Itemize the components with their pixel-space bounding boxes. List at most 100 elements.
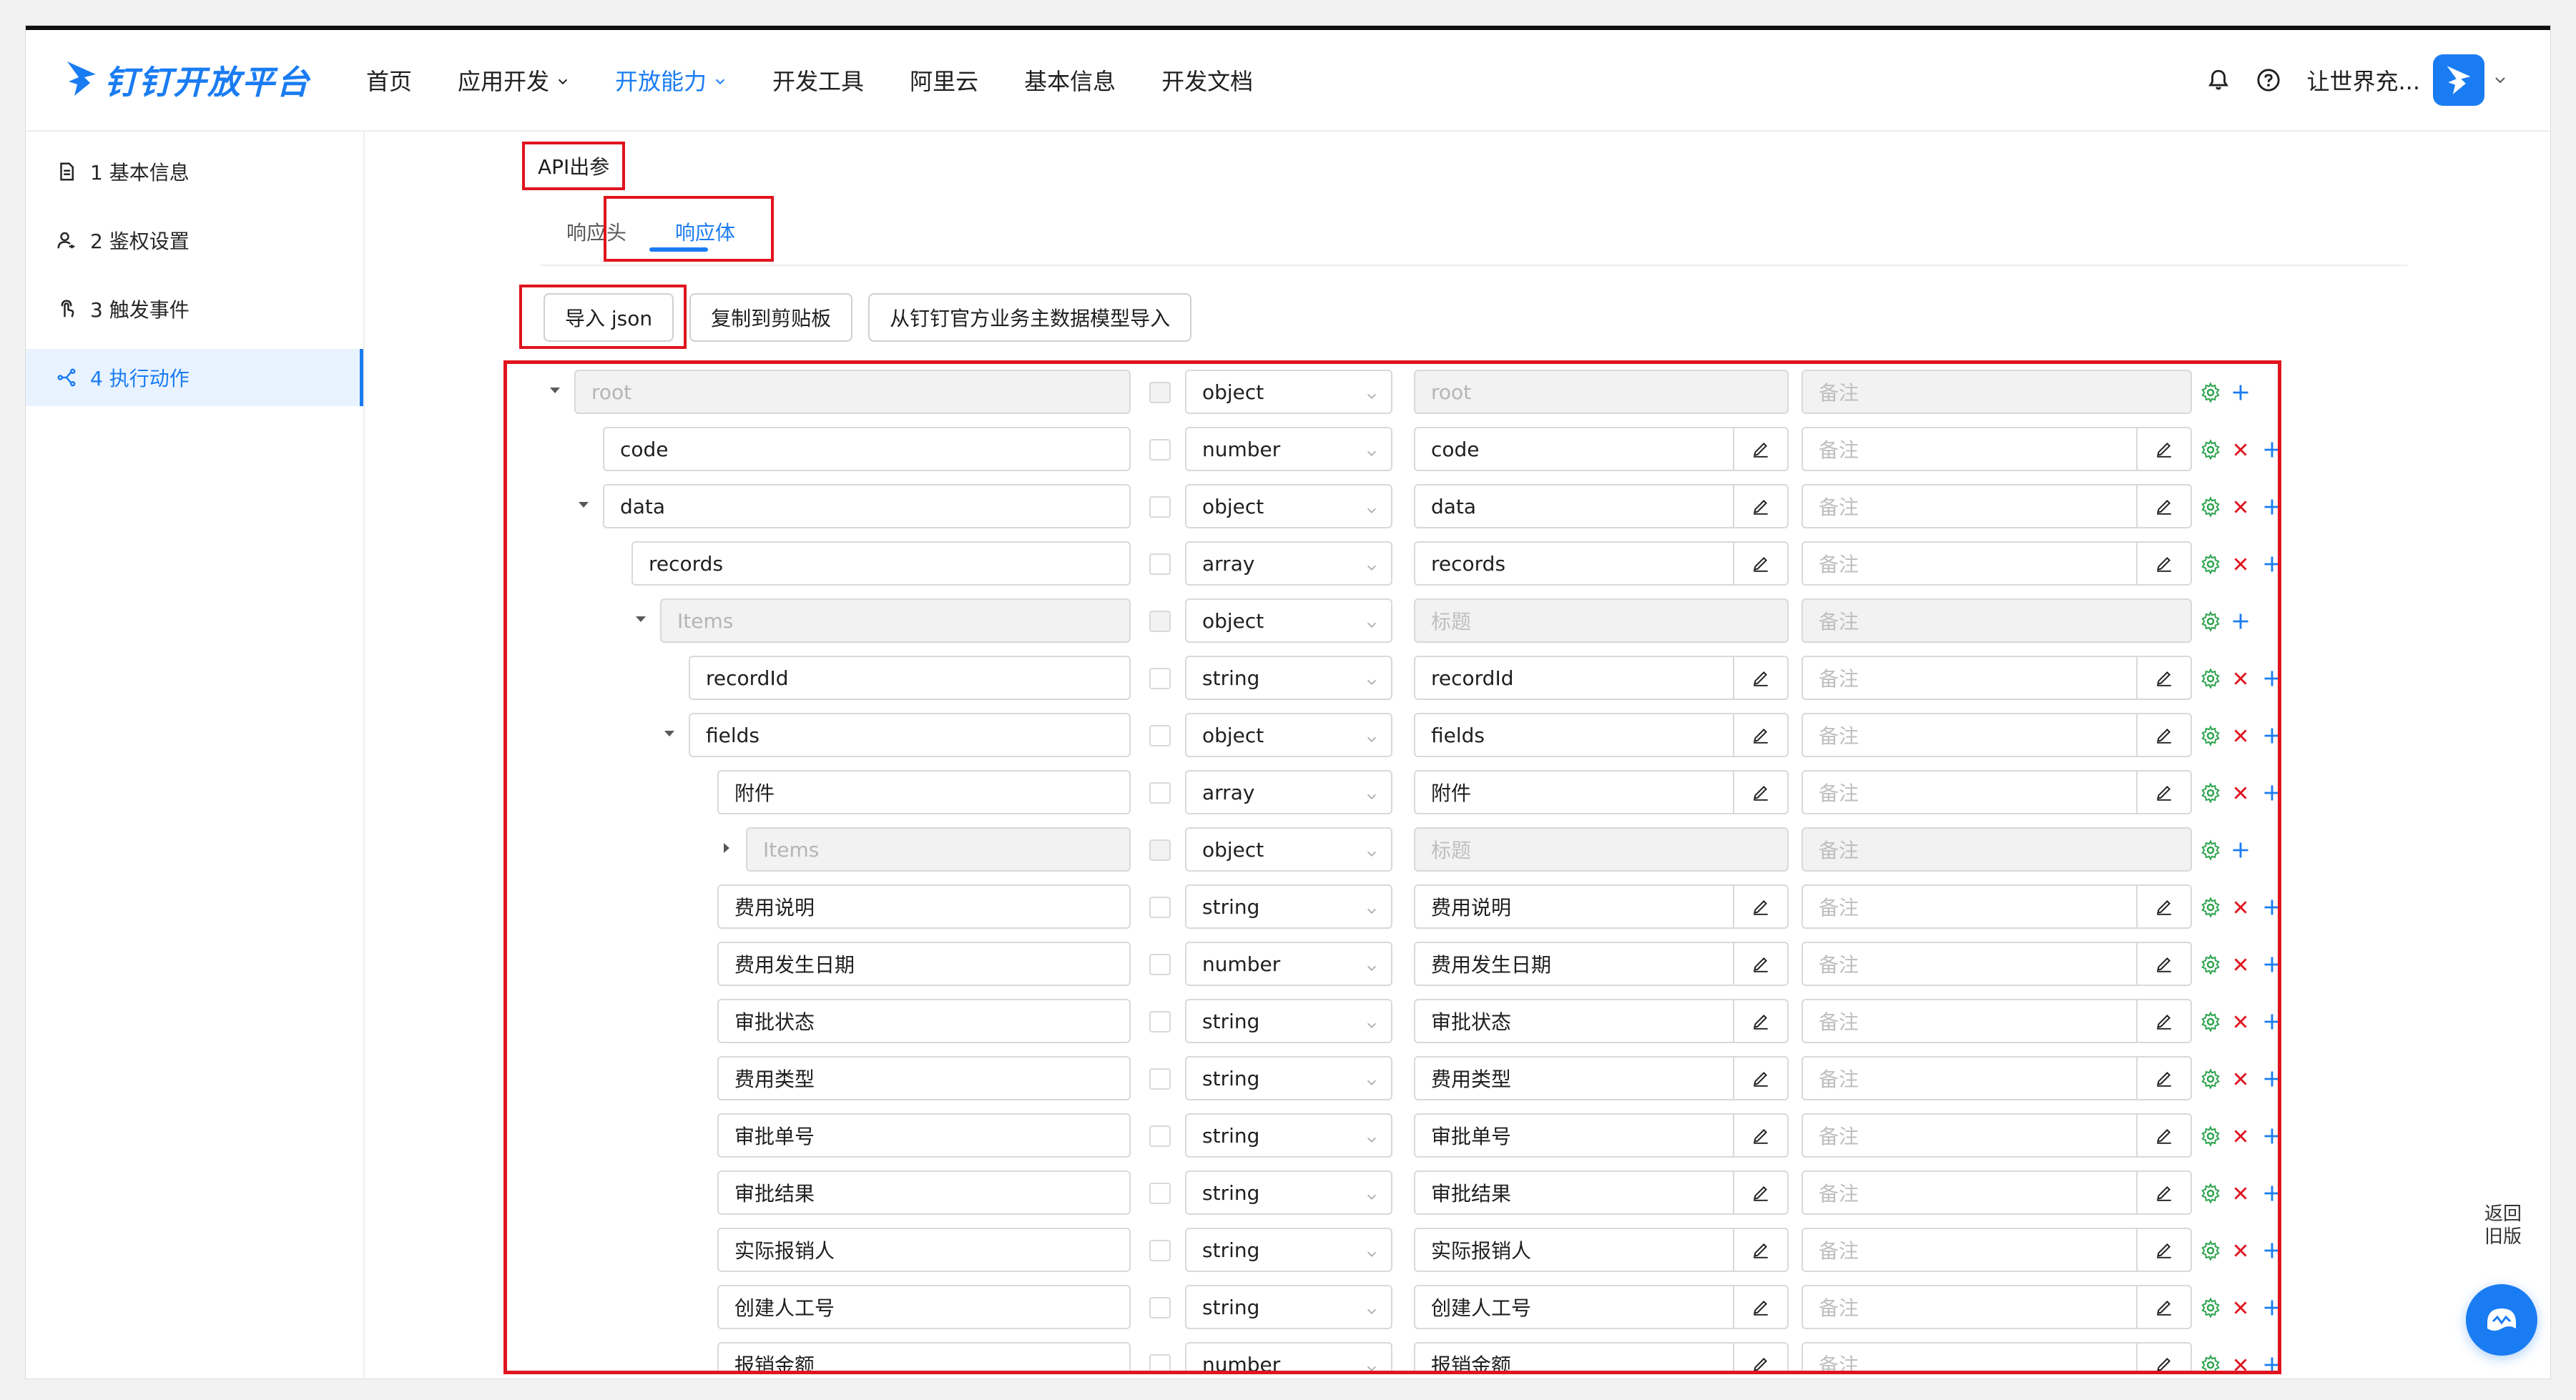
title-input[interactable]: 审批状态 <box>1414 999 1789 1043</box>
remark-input[interactable]: 备注 <box>1801 999 2192 1043</box>
settings-icon[interactable] <box>2199 1010 2222 1033</box>
avatar[interactable] <box>2433 54 2484 106</box>
edit-icon[interactable] <box>2136 543 2191 584</box>
edit-icon[interactable] <box>2136 886 2191 927</box>
settings-icon[interactable] <box>2199 496 2222 518</box>
remark-input[interactable]: 备注 <box>1801 827 2192 872</box>
settings-icon[interactable] <box>2199 1354 2222 1371</box>
copy-to-clipboard-button[interactable]: 复制到剪贴板 <box>689 293 853 342</box>
caret-down-icon[interactable] <box>630 608 652 630</box>
field-name-input[interactable]: fields <box>689 713 1131 757</box>
field-name-input[interactable]: 报销金额 <box>717 1342 1131 1371</box>
caret-down-icon[interactable] <box>573 494 594 516</box>
edit-icon[interactable] <box>2136 1058 2191 1099</box>
delete-icon[interactable] <box>2229 496 2252 518</box>
edit-icon[interactable] <box>1733 543 1787 584</box>
settings-icon[interactable] <box>2199 610 2222 633</box>
title-input[interactable]: 附件 <box>1414 770 1789 814</box>
title-input[interactable]: 报销金额 <box>1414 1342 1789 1371</box>
add-icon[interactable] <box>2229 610 2252 633</box>
field-name-input[interactable]: recordId <box>689 656 1131 700</box>
field-name-input[interactable]: 审批结果 <box>717 1170 1131 1215</box>
delete-icon[interactable] <box>2229 1354 2252 1371</box>
required-checkbox[interactable] <box>1149 954 1171 975</box>
nav-item[interactable]: 开发工具 <box>772 64 864 97</box>
type-select[interactable]: object <box>1185 598 1392 643</box>
sidebar-item[interactable]: 3 触发事件 <box>26 280 363 337</box>
type-select[interactable]: number <box>1185 1342 1392 1371</box>
add-icon[interactable] <box>2261 1239 2278 1262</box>
settings-icon[interactable] <box>2199 1068 2222 1090</box>
required-checkbox[interactable] <box>1149 1068 1171 1090</box>
edit-icon[interactable] <box>1733 485 1787 527</box>
remark-input[interactable]: 备注 <box>1801 942 2192 986</box>
title-input[interactable]: 创建人工号 <box>1414 1285 1789 1329</box>
edit-icon[interactable] <box>2136 1000 2191 1042</box>
settings-icon[interactable] <box>2199 1296 2222 1319</box>
remark-input[interactable]: 备注 <box>1801 713 2192 757</box>
required-checkbox[interactable] <box>1149 1183 1171 1204</box>
field-name-input[interactable]: code <box>603 427 1131 471</box>
type-select[interactable]: string <box>1185 1170 1392 1215</box>
remark-input[interactable]: 备注 <box>1801 541 2192 586</box>
add-icon[interactable] <box>2261 438 2278 461</box>
add-icon[interactable] <box>2261 553 2278 576</box>
caret-down-icon[interactable] <box>659 723 680 744</box>
type-select[interactable]: object <box>1185 484 1392 528</box>
logo[interactable]: 钉钉开放平台 <box>64 51 310 109</box>
required-checkbox[interactable] <box>1149 782 1171 804</box>
nav-item[interactable]: 开发文档 <box>1161 64 1253 97</box>
settings-icon[interactable] <box>2199 1125 2222 1148</box>
add-icon[interactable] <box>2261 1068 2278 1090</box>
settings-icon[interactable] <box>2199 839 2222 862</box>
delete-icon[interactable] <box>2229 782 2252 804</box>
chevron-down-icon[interactable] <box>2493 73 2507 87</box>
nav-item[interactable]: 阿里云 <box>910 64 978 97</box>
type-select[interactable]: string <box>1185 1285 1392 1329</box>
type-select[interactable]: string <box>1185 999 1392 1043</box>
settings-icon[interactable] <box>2199 1182 2222 1205</box>
edit-icon[interactable] <box>2136 1115 2191 1156</box>
required-checkbox[interactable] <box>1149 1011 1171 1032</box>
title-input[interactable]: code <box>1414 427 1789 471</box>
title-input[interactable]: 费用类型 <box>1414 1056 1789 1100</box>
delete-icon[interactable] <box>2229 1068 2252 1090</box>
field-name-input[interactable]: 实际报销人 <box>717 1228 1131 1272</box>
back-to-old-version[interactable]: 返回 旧版 <box>2467 1203 2539 1248</box>
edit-icon[interactable] <box>2136 1172 2191 1213</box>
edit-icon[interactable] <box>1733 943 1787 985</box>
settings-icon[interactable] <box>2199 667 2222 690</box>
nav-item[interactable]: 基本信息 <box>1024 64 1116 97</box>
settings-icon[interactable] <box>2199 1239 2222 1262</box>
delete-icon[interactable] <box>2229 438 2252 461</box>
remark-input[interactable]: 备注 <box>1801 1342 2192 1371</box>
add-icon[interactable] <box>2229 839 2252 862</box>
field-name-input[interactable]: 附件 <box>717 770 1131 814</box>
required-checkbox[interactable] <box>1149 1240 1171 1261</box>
settings-icon[interactable] <box>2199 724 2222 747</box>
remark-input[interactable]: 备注 <box>1801 1285 2192 1329</box>
caret-right-icon[interactable] <box>716 837 737 859</box>
title-input[interactable]: 费用发生日期 <box>1414 942 1789 986</box>
type-select[interactable]: string <box>1185 1228 1392 1272</box>
type-select[interactable]: string <box>1185 1056 1392 1100</box>
settings-icon[interactable] <box>2199 953 2222 976</box>
settings-icon[interactable] <box>2199 553 2222 576</box>
remark-input[interactable]: 备注 <box>1801 1056 2192 1100</box>
sidebar-item[interactable]: 1 基本信息 <box>26 143 363 200</box>
delete-icon[interactable] <box>2229 896 2252 919</box>
delete-icon[interactable] <box>2229 724 2252 747</box>
edit-icon[interactable] <box>2136 1344 2191 1371</box>
title-input[interactable]: fields <box>1414 713 1789 757</box>
remark-input[interactable]: 备注 <box>1801 884 2192 929</box>
required-checkbox[interactable] <box>1149 1297 1171 1318</box>
edit-icon[interactable] <box>1733 428 1787 470</box>
remark-input[interactable]: 备注 <box>1801 484 2192 528</box>
field-name-input[interactable]: 审批单号 <box>717 1113 1131 1158</box>
edit-icon[interactable] <box>2136 1286 2191 1328</box>
field-name-input[interactable]: records <box>631 541 1131 586</box>
edit-icon[interactable] <box>2136 657 2191 699</box>
add-icon[interactable] <box>2261 1010 2278 1033</box>
title-input[interactable]: 审批单号 <box>1414 1113 1789 1158</box>
settings-icon[interactable] <box>2199 896 2222 919</box>
